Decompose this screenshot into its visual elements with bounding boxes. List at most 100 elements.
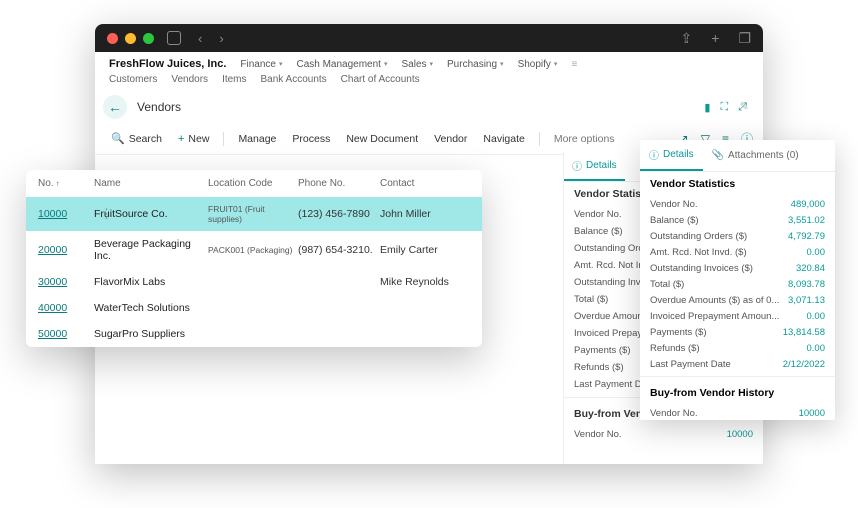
table-row[interactable]: 20000Beverage Packaging Inc.PACK001 (Pac… [26, 231, 482, 269]
location-code: PACK001 (Packaging) [208, 245, 298, 255]
tab-details[interactable]: ⓘDetails [564, 152, 625, 181]
vendor-button[interactable]: Vendor [428, 130, 473, 148]
stat-value[interactable]: 3,071.13 [788, 295, 825, 306]
popout-icon[interactable]: ⛶ [720, 101, 728, 114]
location-code: FRUIT01 (Fruit supplies) [208, 204, 298, 224]
more-options[interactable]: More options [548, 130, 621, 148]
details-flyout: ⓘDetails 📎Attachments (0) Vendor Statist… [640, 140, 835, 420]
nav-forward-icon[interactable]: › [219, 31, 223, 46]
stat-value[interactable]: 0.00 [807, 247, 826, 258]
hist-row: Vendor No.10000 [640, 405, 835, 420]
subnav-customers[interactable]: Customers [109, 74, 157, 85]
vendor-no-link[interactable]: 10000 [38, 208, 94, 220]
stat-value[interactable]: 320.84 [796, 263, 825, 274]
stat-label: Refunds ($) [574, 362, 624, 373]
nav-back-icon[interactable]: ‹ [198, 31, 202, 46]
stat-label: Payments ($) [650, 327, 707, 338]
contact: Mike Reynolds [380, 276, 470, 288]
manage-button[interactable]: Manage [232, 130, 282, 148]
col-location[interactable]: Location Code [208, 178, 298, 189]
stat-value[interactable]: 2/12/2022 [783, 359, 825, 370]
topnav-menu-icon[interactable]: ≡ [571, 59, 577, 70]
stat-value[interactable]: 489,000 [791, 199, 825, 210]
subnav-coa[interactable]: Chart of Accounts [341, 74, 420, 85]
stat-value[interactable]: 13,814.58 [783, 327, 825, 338]
company-name: FreshFlow Juices, Inc. [109, 58, 226, 70]
window-close-icon[interactable] [107, 33, 118, 44]
titlebar: ‹ › ⇪ + ❐ [95, 24, 763, 52]
subnav-vendors[interactable]: Vendors [171, 74, 208, 85]
navigate-button[interactable]: Navigate [477, 130, 530, 148]
col-phone[interactable]: Phone No. [298, 178, 380, 189]
stat-label: Refunds ($) [650, 343, 700, 354]
stat-row: Payments ($) 13,814.58 [640, 324, 835, 340]
topnav-sales[interactable]: Sales▾ [401, 59, 433, 70]
stat-value[interactable]: 0.00 [807, 343, 826, 354]
newdoc-button[interactable]: New Document [340, 130, 424, 148]
stat-value[interactable]: 4,792.79 [788, 231, 825, 242]
chevron-down-icon: ▾ [500, 60, 504, 68]
stat-row: Outstanding Invoices ($)320.84 [640, 260, 835, 276]
info-icon: ⓘ [649, 147, 659, 162]
col-name[interactable]: Name [94, 178, 208, 189]
vendor-no-link[interactable]: 50000 [38, 328, 94, 340]
stat-row: Amt. Rcd. Not Invd. ($) 0.00 [640, 244, 835, 260]
vendor-list-popup: No.↑ Name Location Code Phone No. Contac… [26, 170, 482, 347]
vendor-no-link[interactable]: 30000 [38, 276, 94, 288]
row-menu-icon[interactable]: ⋮ [100, 209, 113, 219]
plus-icon[interactable]: + [711, 30, 719, 46]
topnav-cash[interactable]: Cash Management▾ [296, 59, 387, 70]
vendor-name: Beverage Packaging Inc. [94, 238, 208, 262]
bookmark-icon[interactable]: ▮ [704, 101, 710, 114]
stat-row: Balance ($)3,551.02 [640, 212, 835, 228]
stat-row: Refunds ($) 0.00 [640, 340, 835, 356]
new-button[interactable]: +New [172, 130, 215, 148]
back-button[interactable]: ← [103, 95, 127, 119]
stat-value[interactable]: 8,093.78 [788, 279, 825, 290]
info-icon: ⓘ [572, 158, 582, 173]
stat-label: Last Payment Date [650, 359, 731, 370]
table-row[interactable]: 30000FlavorMix Labs Mike Reynolds [26, 269, 482, 295]
table-row[interactable]: 50000SugarPro Suppliers [26, 321, 482, 347]
stat-value[interactable]: 3,551.02 [788, 215, 825, 226]
hist-value[interactable]: 10000 [727, 429, 753, 440]
vendor-no-link[interactable]: 20000 [38, 244, 94, 256]
flyout-section-stats: Vendor Statistics [640, 172, 835, 196]
phone-no: (123) 456-7890 [298, 208, 380, 220]
flyout-tab-details[interactable]: ⓘDetails [640, 140, 703, 171]
stat-label: Overdue Amounts ($) as of 0... [650, 295, 779, 306]
search-icon: 🔍 [111, 132, 125, 145]
tabs-icon[interactable]: ❐ [738, 30, 751, 47]
process-button[interactable]: Process [286, 130, 336, 148]
window-minimize-icon[interactable] [125, 33, 136, 44]
breadcrumb: ← Vendors ▮ ⛶ ⤢ [95, 91, 763, 123]
flyout-tab-attachments[interactable]: 📎Attachments (0) [703, 140, 808, 171]
stat-label: Payments ($) [574, 345, 631, 356]
stat-row: Vendor No.489,000 [640, 196, 835, 212]
stat-label: Amt. Rcd. Not Invd. ($) [650, 247, 747, 258]
vendor-no-link[interactable]: 40000 [38, 302, 94, 314]
search-button[interactable]: 🔍Search [105, 129, 168, 148]
vendor-name: FlavorMix Labs [94, 276, 208, 288]
hist-value[interactable]: 10000 [799, 408, 825, 419]
table-row[interactable]: 40000WaterTech Solutions [26, 295, 482, 321]
edit-icon[interactable]: ✎ [740, 100, 749, 113]
topnav-shopify[interactable]: Shopify▾ [518, 59, 558, 70]
stat-value[interactable]: 0.00 [807, 311, 826, 322]
sort-asc-icon: ↑ [56, 179, 60, 188]
hist-label: Vendor No. [574, 429, 622, 440]
phone-no: (987) 654-3210. [298, 244, 380, 256]
table-row[interactable]: 10000⋮FruitSource Co.FRUIT01 (Fruit supp… [26, 197, 482, 231]
subnav-bank[interactable]: Bank Accounts [261, 74, 327, 85]
window-zoom-icon[interactable] [143, 33, 154, 44]
topnav-finance[interactable]: Finance▾ [240, 59, 282, 70]
col-no[interactable]: No.↑ [38, 178, 94, 189]
sidebar-toggle-icon[interactable] [167, 31, 181, 45]
stat-row: Last Payment Date 2/12/2022 [640, 356, 835, 372]
stat-label: Total ($) [574, 294, 608, 305]
flyout-section-history: Buy-from Vendor History [640, 381, 835, 405]
topnav-purchasing[interactable]: Purchasing▾ [447, 59, 504, 70]
subnav-items[interactable]: Items [222, 74, 246, 85]
col-contact[interactable]: Contact [380, 178, 470, 189]
share-icon[interactable]: ⇪ [681, 30, 693, 47]
